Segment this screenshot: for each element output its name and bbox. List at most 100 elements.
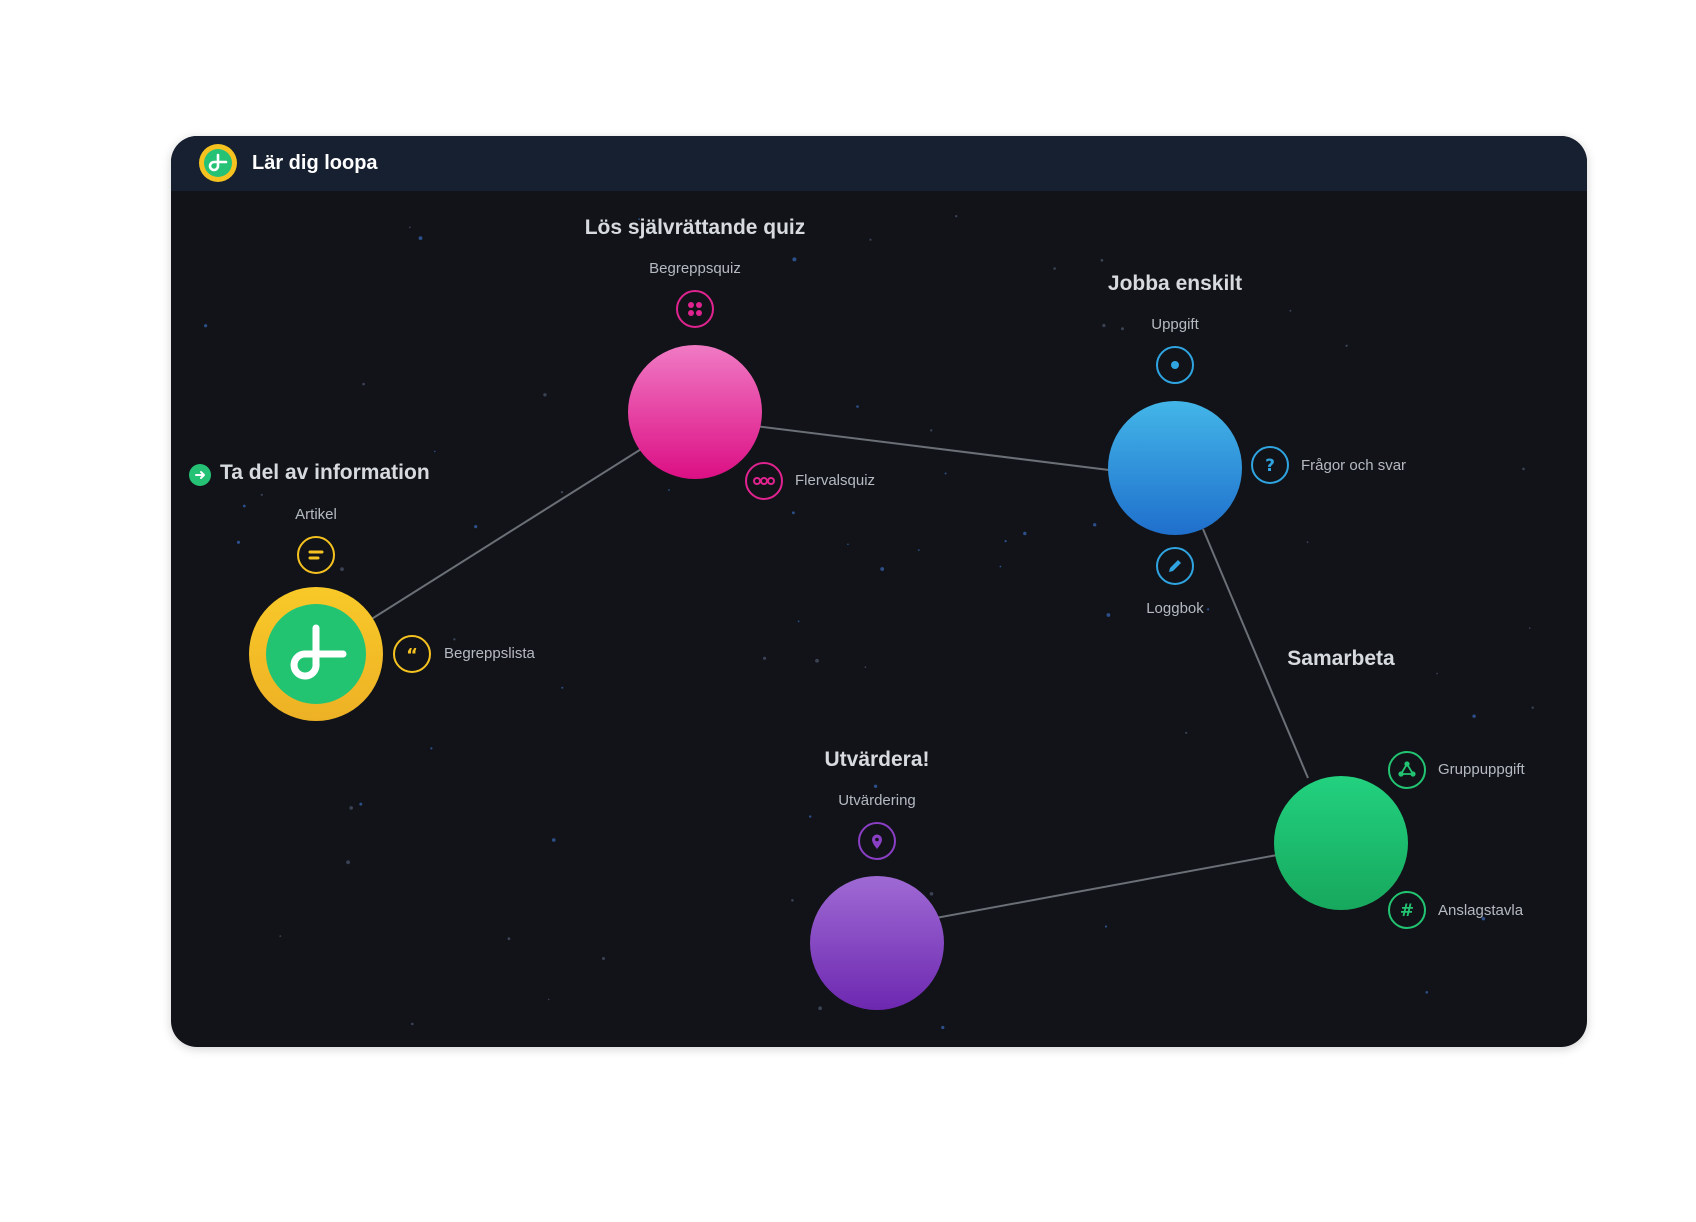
loop-map-canvas — [204, 215, 1534, 1030]
star — [1306, 541, 1309, 544]
star — [434, 450, 436, 453]
arrow-right-circle-icon — [195, 471, 205, 479]
star — [763, 656, 767, 660]
star — [346, 860, 350, 865]
node-samarbeta[interactable] — [1274, 776, 1408, 910]
activity-gruppuppgift-button[interactable] — [1388, 751, 1426, 789]
star — [941, 1025, 945, 1030]
section-title-quiz: Lös självrättande quiz — [584, 216, 806, 239]
star — [242, 504, 246, 508]
activity-label-anslagstavla: Anslagstavla — [1438, 902, 1524, 919]
star — [236, 540, 241, 544]
star — [279, 935, 282, 937]
star — [1185, 731, 1188, 735]
star — [847, 543, 849, 546]
star — [560, 491, 564, 494]
svg-text:?: ? — [1265, 456, 1275, 476]
star — [1102, 323, 1106, 328]
star — [1121, 327, 1124, 331]
activity-uppgift-button[interactable] — [1156, 346, 1194, 384]
star — [791, 899, 794, 902]
star — [864, 666, 867, 668]
star — [1053, 267, 1056, 270]
star — [418, 236, 423, 240]
star — [869, 238, 872, 241]
star — [856, 405, 859, 408]
star — [873, 784, 878, 788]
activity-label-fragor: Frågor och svar — [1301, 457, 1407, 474]
app-window: Lär dig loopa Ta del av information Arti… — [171, 136, 1587, 1047]
loopa-logo-icon — [199, 144, 237, 182]
star — [547, 998, 550, 1001]
star — [561, 686, 564, 689]
activity-begreppsquiz-button[interactable] — [676, 290, 714, 328]
activity-label-flervalsquiz: Flervalsquiz — [795, 472, 876, 489]
node-quiz[interactable] — [628, 345, 762, 479]
star — [1472, 714, 1476, 718]
activity-utvardering-button[interactable] — [858, 822, 896, 860]
star — [809, 815, 812, 818]
activity-artikel-button[interactable] — [297, 536, 335, 574]
four-dots-icon — [688, 302, 702, 316]
star — [1104, 925, 1108, 928]
star — [260, 493, 263, 496]
svg-text:#: # — [1400, 901, 1414, 921]
star — [602, 957, 605, 960]
activity-label-begreppslista: Begreppslista — [444, 645, 535, 662]
star — [1425, 991, 1429, 994]
dot-icon — [1171, 361, 1179, 369]
activity-label-loggbok: Loggbok — [1146, 600, 1204, 617]
group-nodes-icon — [1398, 761, 1416, 777]
activity-fragor-button[interactable]: ? — [1251, 446, 1289, 484]
node-enskilt[interactable] — [1108, 401, 1242, 535]
star — [999, 565, 1002, 568]
star — [408, 226, 411, 229]
activity-label-begreppsquiz: Begreppsquiz — [649, 260, 741, 277]
app-title: Lär dig loopa — [252, 152, 378, 174]
location-pin-icon — [872, 834, 882, 849]
current-section-marker — [189, 464, 211, 486]
activity-label-utvardering: Utvärdering — [838, 792, 916, 809]
activity-anslagstavla-button[interactable]: # — [1388, 891, 1426, 929]
star — [474, 525, 478, 529]
star — [818, 1006, 822, 1011]
node-utvardera[interactable] — [810, 876, 944, 1010]
star — [815, 658, 819, 663]
activity-loggbok-button[interactable] — [1156, 547, 1194, 585]
star — [929, 892, 934, 896]
star — [340, 567, 344, 571]
star — [1100, 258, 1104, 262]
activity-label-artikel: Artikel — [295, 506, 337, 523]
activity-flervalsquiz-button[interactable] — [745, 462, 783, 500]
star — [1207, 608, 1210, 611]
section-title-samarbeta: Samarbeta — [1287, 647, 1395, 670]
section-title-utvardera: Utvärdera! — [824, 748, 930, 771]
star — [797, 620, 800, 623]
pencil-icon — [1169, 560, 1181, 572]
star — [955, 215, 958, 218]
star — [880, 567, 885, 571]
star — [1531, 706, 1534, 709]
hash-icon: # — [1400, 901, 1414, 921]
star — [668, 489, 670, 491]
star — [204, 324, 208, 328]
star — [792, 511, 795, 515]
star — [1528, 627, 1531, 629]
star — [543, 393, 547, 397]
svg-text:“: “ — [406, 645, 418, 666]
star — [1106, 613, 1111, 617]
star — [1023, 531, 1027, 536]
star — [1522, 467, 1525, 471]
title-bar: Lär dig loopa — [171, 136, 1587, 191]
text-lines-icon — [308, 550, 324, 560]
star — [362, 382, 365, 386]
star — [552, 838, 556, 842]
star — [917, 549, 920, 551]
activity-begreppslista-button[interactable]: “ — [393, 635, 431, 673]
star — [411, 1022, 414, 1026]
star — [359, 802, 363, 806]
star — [1004, 540, 1007, 543]
activity-label-uppgift: Uppgift — [1151, 316, 1199, 333]
three-dots-icon — [753, 477, 775, 485]
node-information[interactable] — [249, 587, 383, 721]
